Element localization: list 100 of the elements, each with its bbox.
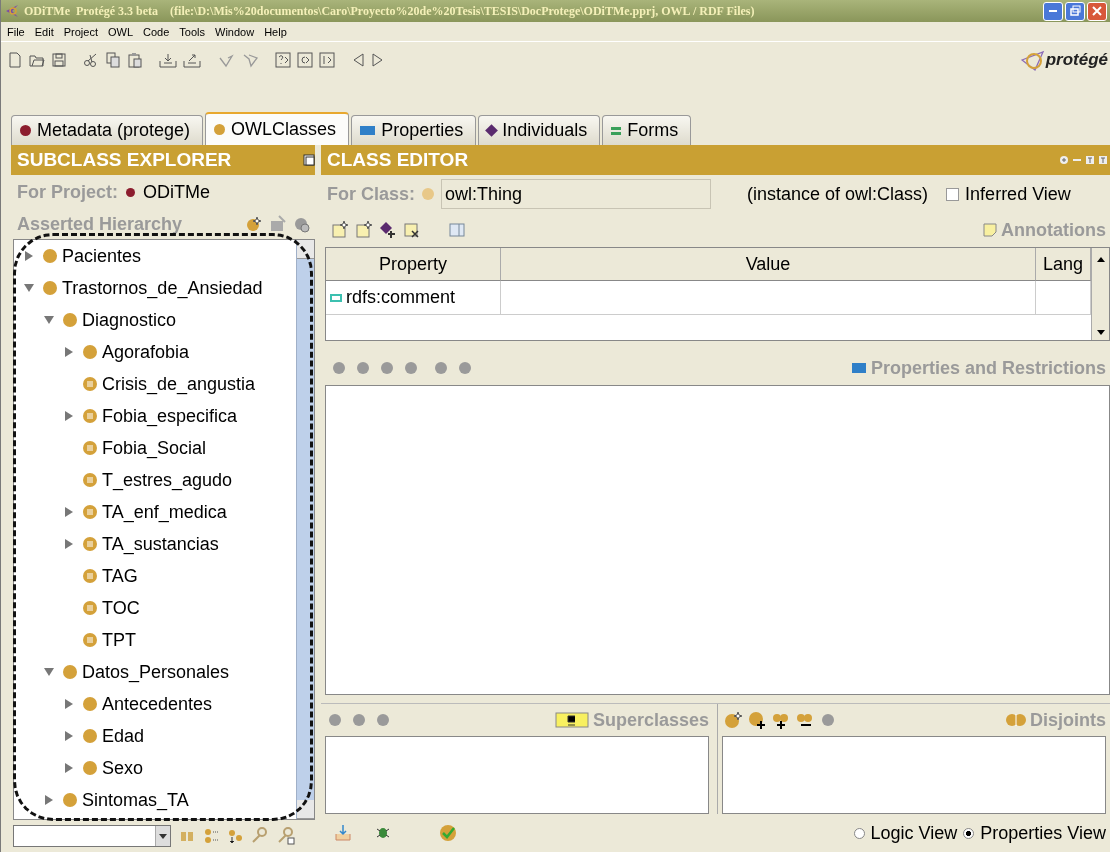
tree-item[interactable]: TOC bbox=[102, 597, 140, 619]
move-class-icon[interactable] bbox=[227, 828, 243, 844]
scrollbar-thumb[interactable] bbox=[297, 259, 314, 800]
radio-button[interactable] bbox=[963, 827, 975, 839]
back-icon[interactable] bbox=[351, 52, 365, 68]
query-icon[interactable] bbox=[275, 52, 291, 68]
new-annotation-icon[interactable] bbox=[355, 221, 373, 239]
minimize-icon bbox=[1049, 10, 1057, 12]
scroll-up-button[interactable] bbox=[297, 240, 314, 259]
menu-item[interactable]: Help bbox=[262, 25, 295, 38]
plus-icon[interactable] bbox=[1059, 155, 1069, 165]
tree-item[interactable]: Trastornos_de_Ansiedad bbox=[62, 277, 263, 299]
collapsed-arrow-icon[interactable] bbox=[25, 251, 33, 261]
tab[interactable]: Properties bbox=[351, 115, 477, 145]
new-annotation-icon[interactable] bbox=[331, 221, 349, 239]
menu-item[interactable]: File bbox=[5, 25, 33, 38]
expanded-arrow-icon[interactable] bbox=[24, 284, 34, 292]
tree-item[interactable]: Edad bbox=[102, 725, 145, 747]
column-header[interactable]: Value bbox=[501, 248, 1036, 281]
tree-item[interactable]: TPT bbox=[102, 629, 136, 651]
expanded-arrow-icon[interactable] bbox=[44, 668, 54, 676]
checkbox-label[interactable]: Inferred View bbox=[965, 183, 1071, 205]
tree-item[interactable]: Sintomas_TA bbox=[82, 789, 189, 811]
add-class-icon[interactable] bbox=[748, 711, 766, 730]
menu-item[interactable]: Window bbox=[213, 25, 263, 38]
add-property-icon[interactable] bbox=[379, 221, 397, 239]
save-icon[interactable] bbox=[51, 52, 67, 68]
tree-item[interactable]: Pacientes bbox=[62, 245, 142, 267]
list-classes-icon[interactable] bbox=[203, 828, 219, 844]
column-header[interactable]: Property bbox=[326, 248, 501, 281]
menu-item[interactable]: OWL bbox=[105, 25, 141, 38]
window-icon[interactable] bbox=[303, 154, 315, 166]
tree-item[interactable]: Fobia_Social bbox=[102, 437, 207, 459]
panel-title: CLASS EDITOR bbox=[327, 149, 469, 171]
tree-item[interactable]: TA_sustancias bbox=[102, 533, 219, 555]
collapsed-arrow-icon[interactable] bbox=[45, 795, 53, 805]
forward-icon[interactable] bbox=[371, 52, 385, 68]
expanded-arrow-icon[interactable] bbox=[44, 316, 54, 324]
tab[interactable]: Individuals bbox=[478, 115, 601, 145]
search-field[interactable] bbox=[13, 825, 171, 847]
hierarchy-label: Asserted Hierarchy bbox=[17, 213, 183, 235]
menu-item[interactable]: Project bbox=[61, 25, 106, 38]
delete-annotation-icon[interactable] bbox=[403, 221, 421, 239]
collapsed-arrow-icon[interactable] bbox=[65, 731, 73, 741]
class-icon bbox=[421, 187, 436, 201]
tree-item[interactable]: Fobia_especifica bbox=[102, 405, 238, 427]
minimize-button[interactable] bbox=[1043, 1, 1063, 21]
tree-item[interactable]: Agorafobia bbox=[102, 341, 190, 363]
menu-item[interactable]: Tools bbox=[177, 25, 213, 38]
close-button[interactable] bbox=[1087, 1, 1107, 21]
collapsed-arrow-icon[interactable] bbox=[65, 507, 73, 517]
tab[interactable]: Forms bbox=[602, 115, 692, 145]
search-class-icon[interactable] bbox=[293, 215, 311, 233]
section-label: Superclasses bbox=[592, 709, 709, 731]
tree-item[interactable]: TAG bbox=[102, 565, 138, 587]
checkbox[interactable] bbox=[946, 187, 960, 201]
scroll-down-button[interactable] bbox=[297, 800, 314, 819]
export-icon[interactable] bbox=[183, 52, 201, 68]
radio-label[interactable]: Properties View bbox=[980, 822, 1106, 844]
tree-item[interactable]: Sexo bbox=[102, 757, 144, 779]
import-icon[interactable] bbox=[335, 824, 351, 842]
scrollbar[interactable] bbox=[1091, 248, 1109, 340]
add-class-icon[interactable] bbox=[772, 711, 790, 730]
paste-icon[interactable] bbox=[127, 52, 143, 68]
radio-button[interactable] bbox=[853, 827, 865, 839]
column-header[interactable]: Lang bbox=[1036, 248, 1091, 281]
new-subclass-icon[interactable] bbox=[245, 215, 263, 233]
undo-icon[interactable] bbox=[217, 52, 235, 68]
menu-item[interactable]: Code bbox=[141, 25, 178, 38]
class-name-field[interactable]: owl:Thing bbox=[441, 179, 712, 209]
collapsed-arrow-icon[interactable] bbox=[65, 763, 73, 773]
tree-item[interactable]: Antecedentes bbox=[102, 693, 213, 715]
logo-text: protégé bbox=[1045, 50, 1108, 70]
collapsed-arrow-icon[interactable] bbox=[65, 539, 73, 549]
new-class-icon[interactable] bbox=[724, 711, 742, 730]
collapsed-arrow-icon[interactable] bbox=[65, 411, 73, 421]
collapsed-arrow-icon[interactable] bbox=[65, 699, 73, 709]
tree-item[interactable]: Datos_Personales bbox=[82, 661, 230, 683]
tree-item[interactable]: Diagnostico bbox=[82, 309, 177, 331]
open-folder-icon[interactable] bbox=[29, 52, 45, 68]
new-file-icon[interactable] bbox=[7, 52, 23, 68]
columns-icon[interactable] bbox=[449, 222, 465, 238]
instance-icon[interactable] bbox=[319, 52, 335, 68]
collapsed-arrow-icon[interactable] bbox=[65, 347, 73, 357]
tree-item[interactable]: T_estres_agudo bbox=[102, 469, 233, 491]
tab[interactable]: Metadata (protege) bbox=[11, 115, 204, 145]
menu-item[interactable]: Edit bbox=[32, 25, 62, 38]
maximize-button[interactable] bbox=[1065, 1, 1085, 21]
radio-label[interactable]: Logic View bbox=[870, 822, 958, 844]
check-icon[interactable] bbox=[439, 824, 457, 842]
key-icon[interactable] bbox=[277, 827, 295, 845]
constraint-icon[interactable] bbox=[297, 52, 313, 68]
import-icon[interactable] bbox=[159, 52, 177, 68]
tree-item[interactable]: TA_enf_medica bbox=[102, 501, 227, 523]
tree-item[interactable]: Crisis_de_angustia bbox=[102, 373, 256, 395]
redo-icon[interactable] bbox=[241, 52, 259, 68]
annotation-property-icon bbox=[330, 291, 342, 304]
copy-icon[interactable] bbox=[105, 52, 121, 68]
cut-icon[interactable] bbox=[83, 52, 99, 68]
tab[interactable]: OWLClasses bbox=[205, 112, 350, 145]
